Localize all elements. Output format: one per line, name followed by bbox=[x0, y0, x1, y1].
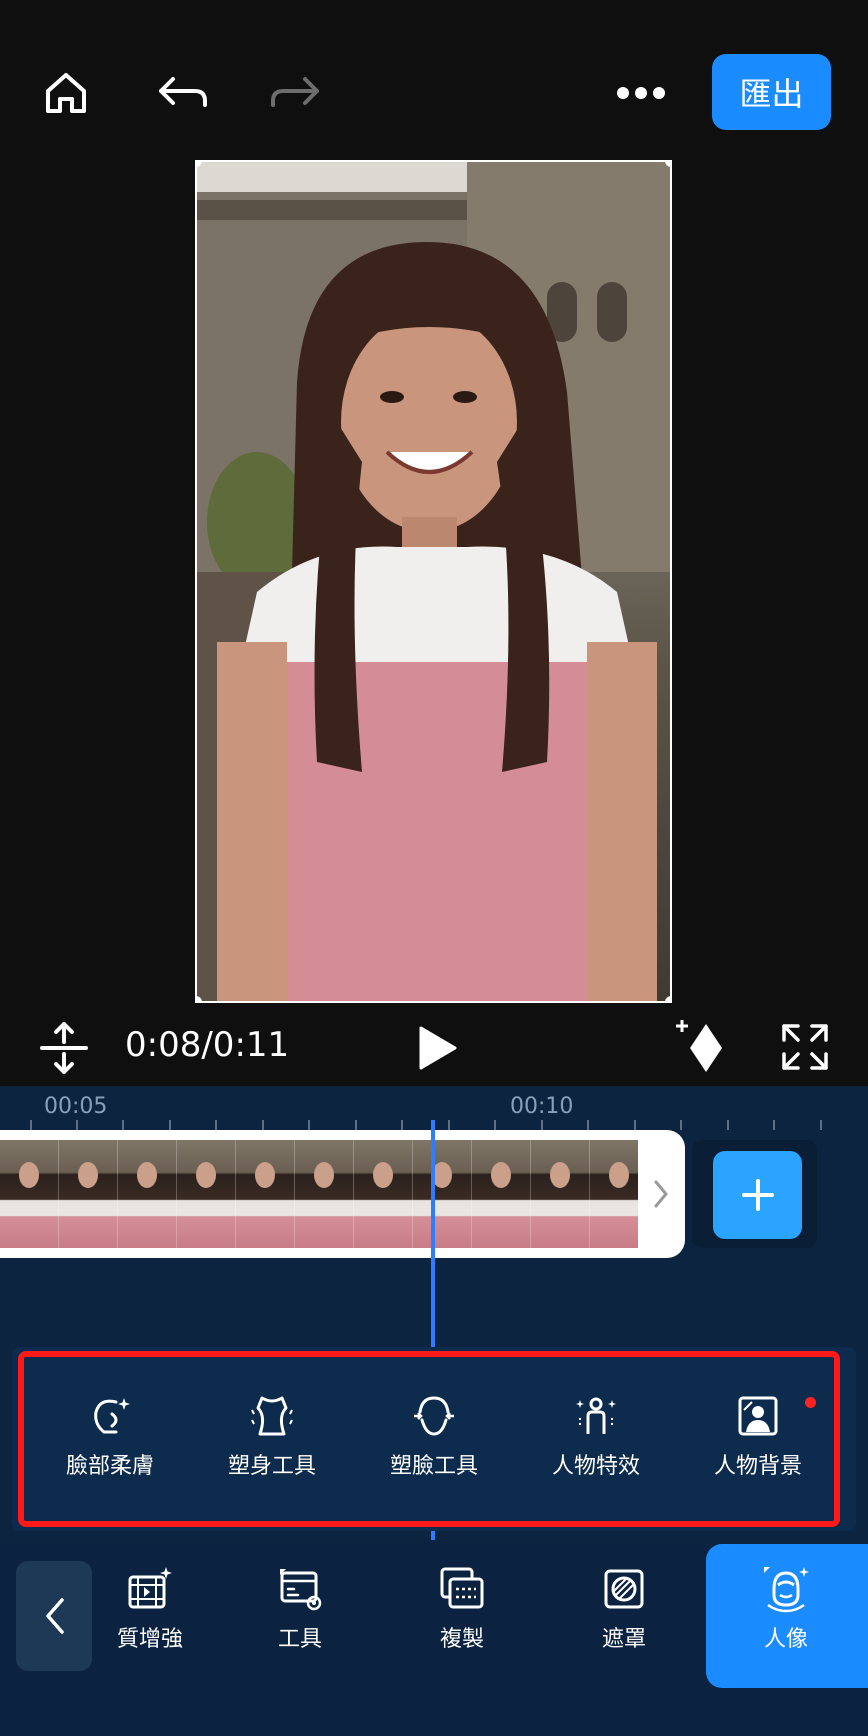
portrait-icon bbox=[764, 1567, 809, 1613]
tool-label: 塑身工具 bbox=[227, 1454, 316, 1479]
ruler-label: 00:05 bbox=[44, 1094, 108, 1119]
split-screen-icon[interactable] bbox=[38, 1020, 90, 1076]
tool-label: 塑臉工具 bbox=[389, 1454, 478, 1479]
toolbar-label: 複製 bbox=[439, 1627, 484, 1652]
tool-label: 人物特效 bbox=[551, 1454, 640, 1479]
keyframe-add-icon[interactable] bbox=[676, 1016, 728, 1076]
toolbar-portrait[interactable]: 人像 bbox=[726, 1565, 846, 1653]
toolbar-label: 人像 bbox=[763, 1627, 808, 1652]
body-shape-icon bbox=[251, 1396, 293, 1436]
toolbar-label: 遮罩 bbox=[601, 1627, 646, 1652]
face-shape-icon bbox=[414, 1396, 454, 1436]
enhance-icon bbox=[128, 1567, 172, 1609]
person-effect-icon bbox=[576, 1397, 616, 1434]
toolbar-enhance[interactable]: 質增強 bbox=[90, 1565, 210, 1653]
more-options-icon[interactable] bbox=[606, 58, 676, 128]
back-button[interactable] bbox=[16, 1561, 92, 1671]
toolbar-label: 工具 bbox=[277, 1627, 322, 1652]
fullscreen-icon[interactable] bbox=[780, 1022, 830, 1072]
add-clip-button[interactable] bbox=[713, 1151, 802, 1239]
toolbar-mask[interactable]: 遮罩 bbox=[564, 1565, 684, 1653]
face-smooth-icon bbox=[94, 1398, 130, 1434]
toolbar-label: 質增強 bbox=[116, 1627, 183, 1652]
play-icon[interactable] bbox=[415, 1024, 459, 1072]
redo-icon[interactable] bbox=[260, 58, 330, 128]
clip-trim-handle-icon[interactable] bbox=[651, 1176, 671, 1212]
tools-icon bbox=[280, 1569, 322, 1611]
toolbar-tools[interactable]: 工具 bbox=[240, 1565, 360, 1653]
undo-icon[interactable] bbox=[148, 58, 218, 128]
home-icon[interactable] bbox=[31, 58, 101, 128]
plus-icon bbox=[741, 1179, 774, 1211]
tool-label: 人物背景 bbox=[713, 1454, 802, 1479]
chevron-left-icon bbox=[46, 1598, 64, 1634]
video-frame-image bbox=[197, 162, 670, 1001]
tool-face-smooth[interactable]: 臉部柔膚 bbox=[40, 1392, 180, 1480]
video-preview[interactable] bbox=[195, 160, 672, 1003]
toolbar-copy[interactable]: 複製 bbox=[402, 1565, 522, 1653]
tool-label: 臉部柔膚 bbox=[65, 1454, 154, 1479]
copy-icon bbox=[440, 1567, 484, 1609]
new-badge-dot bbox=[805, 1397, 816, 1408]
tool-person-effect[interactable]: 人物特效 bbox=[526, 1392, 666, 1480]
export-button[interactable]: 匯出 bbox=[712, 54, 831, 130]
mask-icon bbox=[604, 1569, 644, 1609]
tool-face-shape[interactable]: 塑臉工具 bbox=[364, 1392, 504, 1480]
person-background-icon bbox=[738, 1396, 778, 1436]
video-clip-thumbnails[interactable] bbox=[0, 1140, 638, 1248]
playback-time: 0:08/0:11 bbox=[125, 1025, 290, 1065]
ruler-label: 00:10 bbox=[510, 1094, 574, 1119]
tool-body-shape[interactable]: 塑身工具 bbox=[202, 1392, 342, 1480]
